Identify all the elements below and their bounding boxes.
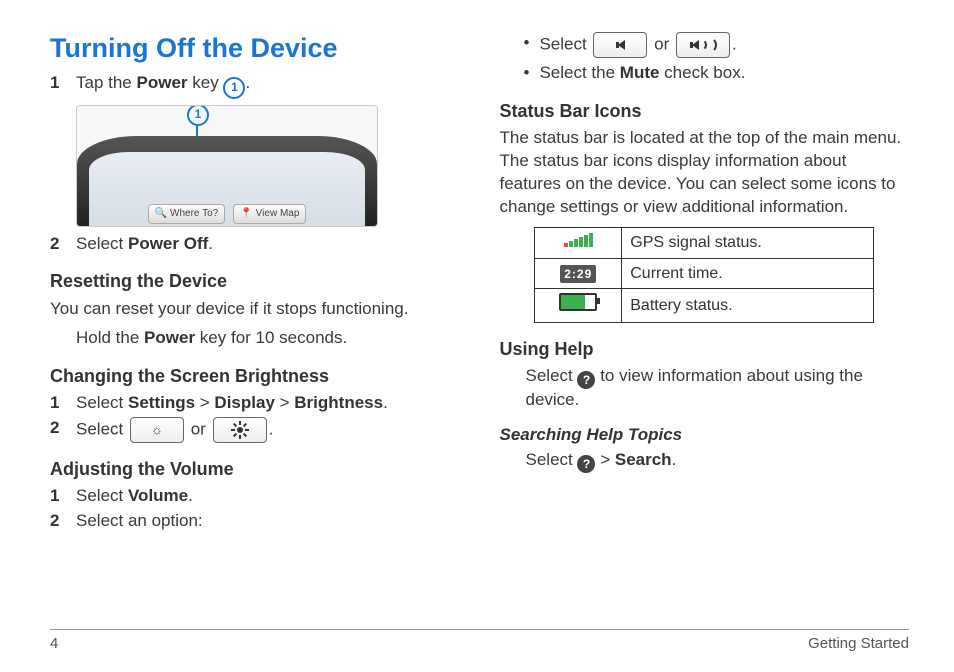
time-value: 2:29: [560, 265, 596, 283]
text: Select the: [539, 63, 619, 82]
resetting-heading: Resetting the Device: [50, 269, 460, 293]
text: Select: [539, 34, 591, 53]
text: Select: [526, 366, 578, 385]
text: Tap the: [76, 73, 137, 92]
resetting-body: You can reset your device if it stops fu…: [50, 298, 460, 321]
text: Select: [76, 419, 128, 438]
step-text: Select Settings > Display > Brightness.: [76, 392, 460, 415]
text: Select: [76, 393, 128, 412]
bullet-icon: •: [524, 62, 530, 85]
text: Select: [76, 486, 128, 505]
using-help-body: Select ? to view information about using…: [526, 365, 910, 412]
gps-signal-icon: [535, 227, 622, 258]
table-row: Battery status.: [535, 289, 874, 323]
step-number: 1: [50, 392, 66, 415]
brightness-down-button[interactable]: ☼: [130, 417, 184, 443]
page-title: Turning Off the Device: [50, 30, 460, 66]
callout-1-icon: 1: [187, 105, 209, 126]
pin-icon: 📍: [240, 207, 252, 221]
bullet-icon: •: [524, 32, 530, 58]
device-where-to-button: 🔍 Where To?: [148, 204, 226, 224]
power-off-label: Power Off: [128, 234, 208, 253]
status-bar-body: The status bar is located at the top of …: [500, 127, 910, 219]
volume-up-icon: [690, 37, 717, 53]
help-icon[interactable]: ?: [577, 455, 595, 473]
brightness-down-icon: ☼: [151, 421, 163, 439]
step-text: Tap the Power key 1.: [76, 72, 460, 98]
searching-help-heading: Searching Help Topics: [500, 424, 910, 447]
option-text: Select the Mute check box.: [539, 62, 745, 85]
label: View Map: [256, 207, 300, 221]
text: key for 10 seconds.: [195, 328, 347, 347]
searching-help-body: Select ? > Search.: [526, 449, 910, 473]
text: or: [654, 34, 674, 53]
resetting-action: Hold the Power key for 10 seconds.: [76, 327, 460, 350]
label: Where To?: [170, 207, 218, 221]
brightness-up-button[interactable]: [213, 417, 267, 443]
volume-heading: Adjusting the Volume: [50, 457, 460, 481]
sep: >: [275, 393, 294, 412]
volume-down-icon: [616, 40, 625, 50]
using-help-heading: Using Help: [500, 337, 910, 361]
mute-label: Mute: [620, 63, 660, 82]
step-number: 2: [50, 510, 66, 533]
text: check box.: [659, 63, 745, 82]
step-number: 2: [50, 417, 66, 443]
device-image: 1 🔍 Where To? 📍 View Map: [76, 105, 378, 227]
volume-down-button[interactable]: [593, 32, 647, 58]
step-text: Select Volume.: [76, 485, 460, 508]
status-icons-table: GPS signal status. 2:29 Current time. Ba…: [534, 227, 874, 323]
step-number: 2: [50, 233, 66, 256]
page-footer: 4 Getting Started: [50, 629, 909, 654]
battery-icon: [535, 289, 622, 323]
table-row: GPS signal status.: [535, 227, 874, 258]
battery-desc: Battery status.: [622, 289, 874, 323]
power-key-label: Power: [144, 328, 195, 347]
volume-label: Volume: [128, 486, 188, 505]
text: Hold the: [76, 328, 144, 347]
help-icon[interactable]: ?: [577, 371, 595, 389]
text: Select: [526, 450, 578, 469]
step-number: 1: [50, 485, 66, 508]
current-time-desc: Current time.: [622, 258, 874, 289]
section-name: Getting Started: [808, 634, 909, 654]
brightness-heading: Changing the Screen Brightness: [50, 364, 460, 388]
page-number: 4: [50, 634, 58, 654]
sep: >: [195, 393, 214, 412]
brightness-label: Brightness: [294, 393, 383, 412]
power-key-label: Power: [137, 73, 188, 92]
text: Select: [76, 234, 128, 253]
step-number: 1: [50, 72, 66, 98]
settings-label: Settings: [128, 393, 195, 412]
step-text: Select an option:: [76, 510, 460, 533]
text: or: [191, 419, 211, 438]
device-view-map-button: 📍 View Map: [233, 204, 306, 224]
step-text: Select ☼ or: [76, 417, 460, 443]
option-text: Select or .: [539, 32, 736, 58]
volume-up-button[interactable]: [676, 32, 730, 58]
brightness-up-icon: [234, 424, 246, 436]
step-text: Select Power Off.: [76, 233, 460, 256]
gps-signal-desc: GPS signal status.: [622, 227, 874, 258]
search-label: Search: [615, 450, 672, 469]
magnifier-icon: 🔍: [155, 207, 167, 221]
sep: >: [595, 450, 614, 469]
table-row: 2:29 Current time.: [535, 258, 874, 289]
text: key: [188, 73, 224, 92]
clock-icon: 2:29: [535, 258, 622, 289]
status-bar-heading: Status Bar Icons: [500, 99, 910, 123]
callout-1-icon: 1: [223, 77, 245, 99]
display-label: Display: [214, 393, 274, 412]
